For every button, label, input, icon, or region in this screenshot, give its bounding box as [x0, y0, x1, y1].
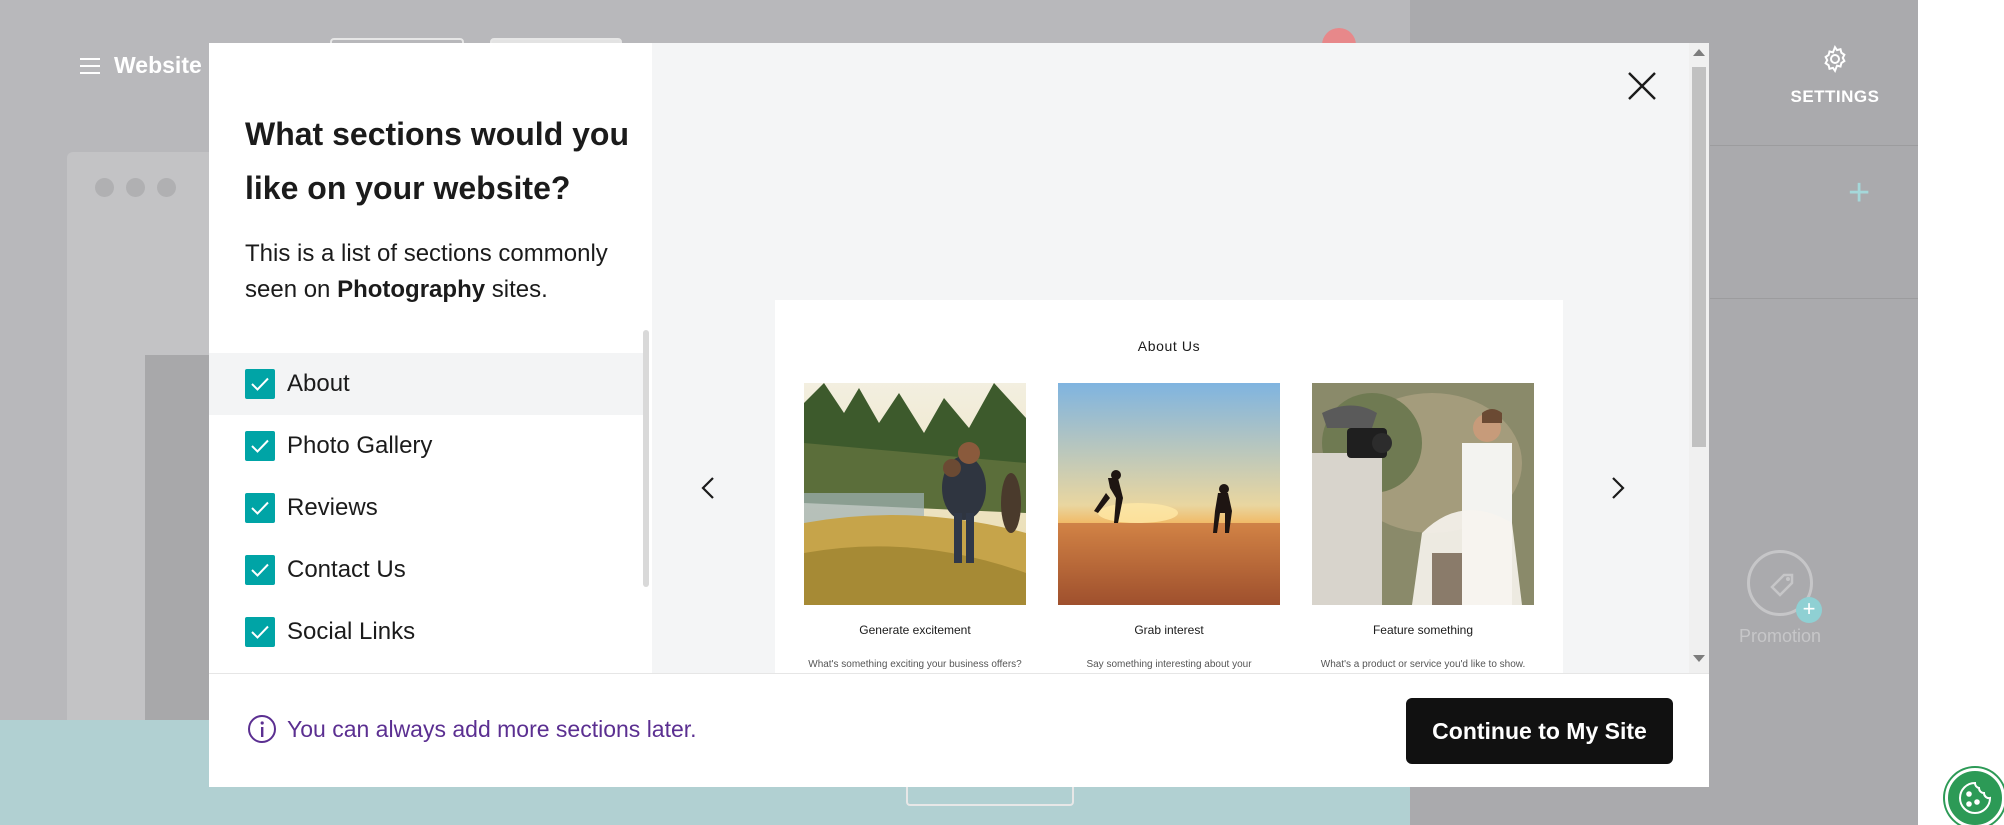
scroll-down-icon[interactable]	[1693, 655, 1705, 662]
checkbox-checked-icon[interactable]	[245, 431, 275, 461]
section-list: About Photo Gallery Reviews Contact Us S…	[209, 353, 643, 663]
window-dots	[95, 178, 176, 197]
preview-section-title: About Us	[1137, 338, 1201, 354]
section-preview: About Us Generate excitement What's some…	[775, 300, 1563, 680]
footer-note: You can always add more sections later.	[247, 714, 697, 744]
promotion-label: Promotion	[1738, 626, 1822, 646]
modal-footer: You can always add more sections later. …	[209, 673, 1709, 787]
card-text: Say something interesting about your	[1086, 659, 1252, 670]
section-item-about[interactable]: About	[209, 353, 643, 415]
preview-card: Generate excitement What's something exc…	[804, 383, 1026, 670]
previous-arrow-button[interactable]	[697, 473, 721, 503]
next-arrow-button[interactable]	[1605, 473, 1629, 503]
section-item-photo-gallery[interactable]: Photo Gallery	[209, 415, 643, 477]
section-label: Photo Gallery	[287, 432, 433, 459]
modal-title: What sections would you like on your web…	[245, 116, 630, 206]
checkbox-checked-icon[interactable]	[245, 555, 275, 585]
close-icon	[1628, 72, 1656, 100]
cookie-icon	[1959, 781, 1992, 814]
section-label: Contact Us	[287, 556, 406, 583]
scroll-up-icon[interactable]	[1693, 49, 1705, 56]
card-title: Generate excitement	[859, 623, 971, 637]
sections-modal: What sections would you like on your web…	[209, 43, 1709, 787]
settings-label: SETTINGS	[1790, 87, 1880, 106]
description-suffix: sites.	[485, 276, 548, 303]
checkbox-checked-icon[interactable]	[245, 617, 275, 647]
cookie-settings-button[interactable]	[1945, 768, 2004, 825]
section-item-social-links[interactable]: Social Links	[209, 601, 643, 663]
preview-card: Grab interest Say something interesting …	[1058, 383, 1280, 670]
settings-button[interactable]: SETTINGS	[1780, 44, 1890, 107]
section-label: Reviews	[287, 494, 378, 521]
section-item-contact-us[interactable]: Contact Us	[209, 539, 643, 601]
chevron-right-icon	[1612, 477, 1625, 499]
sidebar-divider	[1710, 298, 1918, 299]
app-title: Website	[114, 52, 202, 78]
couple-meadow-photo	[804, 383, 1026, 605]
modal-scrollbar[interactable]	[1689, 43, 1709, 673]
modal-description: This is a list of sections commonly seen…	[245, 236, 635, 308]
scrollbar-thumb[interactable]	[1692, 67, 1706, 447]
checkbox-checked-icon[interactable]	[245, 369, 275, 399]
card-text: What's a product or service you'd like t…	[1320, 659, 1526, 670]
menu-icon[interactable]	[80, 57, 100, 74]
info-icon	[248, 715, 276, 743]
sunset-beach-photo	[1058, 383, 1280, 605]
gear-icon	[1824, 44, 1846, 74]
sections-pane: What sections would you like on your web…	[209, 43, 652, 673]
section-label: Social Links	[287, 618, 416, 645]
section-label: About	[287, 370, 350, 397]
add-promo-icon: +	[1796, 597, 1822, 623]
page-edge	[1918, 0, 2004, 825]
preview-card: Feature something What's a product or se…	[1312, 383, 1534, 670]
wedding-photographer-photo	[1312, 383, 1534, 605]
checkbox-checked-icon[interactable]	[245, 493, 275, 523]
add-icon[interactable]: +	[1848, 174, 1870, 212]
continue-button[interactable]: Continue to My Site	[1406, 698, 1673, 764]
description-category: Photography	[337, 276, 486, 303]
close-button[interactable]	[1623, 67, 1661, 105]
card-text: What's something exciting your business …	[808, 659, 1022, 670]
card-title: Grab interest	[1134, 623, 1204, 637]
section-item-reviews[interactable]: Reviews	[209, 477, 643, 539]
top-bar: Website	[80, 52, 202, 79]
promotion-button[interactable]: + Promotion	[1720, 550, 1840, 647]
section-list-scrollbar[interactable]	[643, 330, 649, 587]
chevron-left-icon	[701, 477, 714, 499]
sidebar-divider	[1710, 145, 1918, 146]
footer-note-text: You can always add more sections later.	[287, 715, 697, 742]
card-title: Feature something	[1372, 623, 1474, 637]
tag-icon: +	[1747, 550, 1822, 623]
